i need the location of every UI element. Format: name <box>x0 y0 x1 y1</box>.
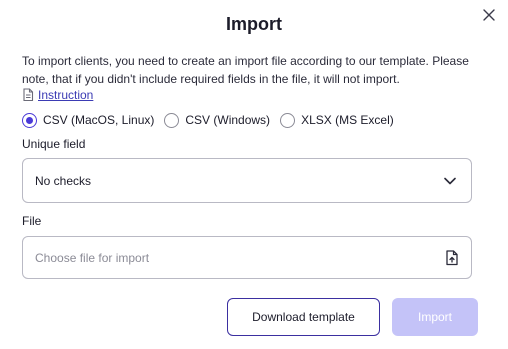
chevron-down-icon <box>443 174 457 188</box>
file-placeholder: Choose file for import <box>35 250 150 265</box>
radio-label: CSV (MacOS, Linux) <box>43 113 155 127</box>
radio-xlsx-ms-excel[interactable]: XLSX (MS Excel) <box>280 112 394 128</box>
import-description: To import clients, you need to create an… <box>22 54 469 86</box>
file-upload-icon[interactable] <box>445 249 459 266</box>
modal-title: Import <box>226 14 282 34</box>
unique-field-label: Unique field <box>22 137 86 151</box>
import-modal: Import To import clients, you need to cr… <box>0 0 508 349</box>
download-template-button[interactable]: Download template <box>227 298 380 336</box>
radio-csv-windows[interactable]: CSV (Windows) <box>164 112 271 128</box>
import-button[interactable]: Import <box>392 298 478 336</box>
file-label: File <box>22 214 42 228</box>
format-radio-group: CSV (MacOS, Linux) CSV (Windows) XLSX (M… <box>22 111 394 129</box>
instruction-link[interactable]: Instruction <box>22 88 93 102</box>
radio-circle <box>280 112 296 128</box>
unique-field-select[interactable]: No checks <box>22 158 472 203</box>
radio-csv-macos-linux[interactable]: CSV (MacOS, Linux) <box>22 112 155 128</box>
radio-label: XLSX (MS Excel) <box>301 113 394 127</box>
file-input[interactable]: Choose file for import <box>22 236 472 279</box>
radio-circle <box>164 112 180 128</box>
radio-circle <box>22 112 37 128</box>
close-button[interactable] <box>480 8 498 26</box>
radio-label: CSV (Windows) <box>185 113 271 127</box>
unique-field-value: No checks <box>35 173 92 188</box>
close-icon <box>483 8 495 26</box>
instruction-link-text[interactable]: Instruction <box>38 88 93 102</box>
document-icon <box>22 88 34 102</box>
